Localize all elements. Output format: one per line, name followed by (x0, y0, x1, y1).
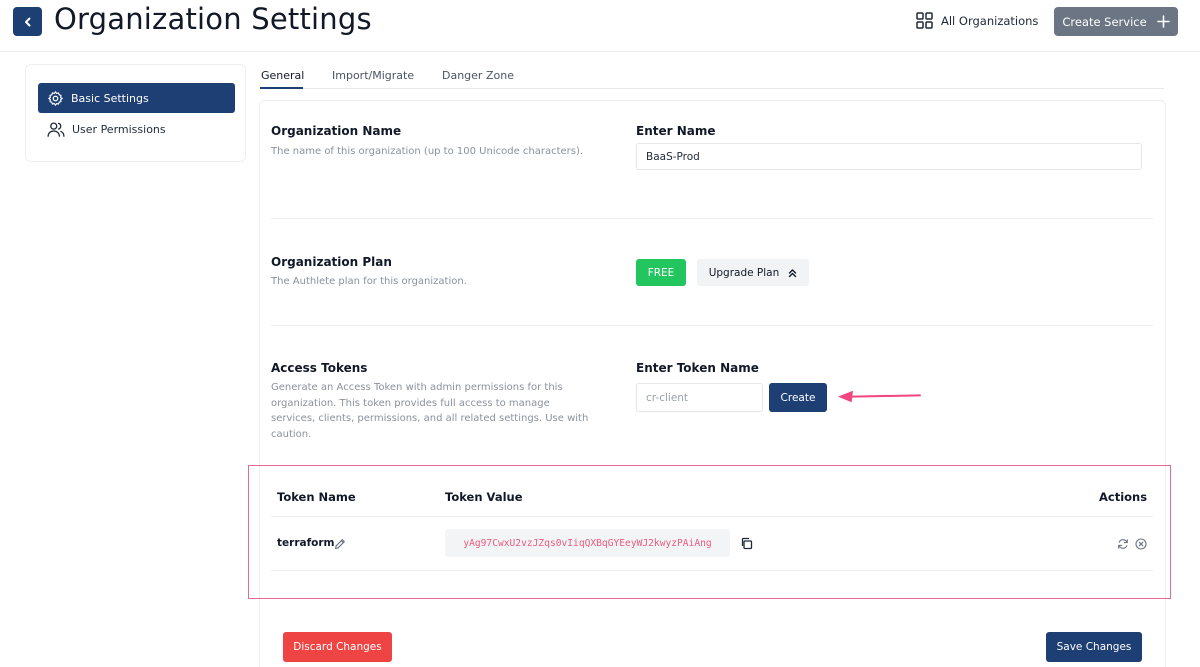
access-tokens-title: Access Tokens (271, 361, 368, 375)
org-name-description: The name of this organization (up to 100… (271, 146, 584, 157)
plan-badge: FREE (636, 259, 686, 286)
create-service-label: Create Service (1062, 14, 1147, 29)
token-name-cell: terraform (277, 537, 335, 549)
enter-name-label: Enter Name (636, 124, 716, 138)
col-header-token-name: Token Name (277, 490, 356, 504)
copy-token-button[interactable] (739, 536, 753, 550)
sidebar-item-label: User Permissions (72, 122, 166, 136)
active-tab-indicator (260, 87, 303, 89)
all-organizations-link[interactable]: All Organizations (916, 12, 1038, 29)
token-value-cell: yAg97CwxU2vzJZqs0vIiqQXBqGYEeyWJ2kwyzPAi… (445, 529, 730, 557)
upgrade-plan-label: Upgrade Plan (708, 266, 780, 279)
table-row-divider (271, 570, 1153, 571)
all-organizations-label: All Organizations (941, 13, 1039, 28)
gear-icon (48, 90, 63, 106)
col-header-actions: Actions (1099, 490, 1148, 504)
plus-icon (1156, 15, 1170, 28)
arrow-left-annotation-icon (838, 390, 921, 403)
org-plan-title: Organization Plan (271, 255, 392, 269)
regenerate-token-button[interactable] (1116, 537, 1129, 550)
save-changes-button[interactable]: Save Changes (1046, 632, 1142, 662)
create-service-button[interactable]: Create Service (1054, 7, 1178, 36)
org-name-title: Organization Name (271, 124, 402, 138)
copy-icon (741, 537, 752, 549)
sidebar-item-user-permissions[interactable]: User Permissions (38, 114, 235, 144)
page-title: Organization Settings (54, 2, 372, 36)
chevrons-up-icon (789, 268, 797, 277)
page-header: Organization Settings All Organizations … (0, 0, 1200, 52)
sidebar-item-label: Basic Settings (71, 91, 149, 105)
col-header-token-value: Token Value (445, 490, 523, 504)
upgrade-plan-button[interactable]: Upgrade Plan (697, 259, 809, 286)
edit-token-button[interactable] (333, 537, 346, 550)
back-button[interactable] (13, 7, 42, 36)
tab-bar: General Import/Migrate Danger Zone (260, 65, 1164, 89)
sidebar: Basic Settings User Permissions (25, 64, 246, 162)
pencil-icon (334, 538, 345, 549)
create-token-button[interactable]: Create (769, 383, 827, 412)
org-name-input[interactable] (636, 143, 1142, 170)
org-plan-description: The Authlete plan for this organization. (271, 276, 467, 287)
users-icon (47, 121, 65, 137)
refresh-icon (1117, 538, 1128, 549)
tab-import-migrate[interactable]: Import/Migrate (332, 69, 414, 82)
chevron-left-icon (24, 17, 30, 26)
sidebar-item-basic-settings[interactable]: Basic Settings (38, 83, 235, 113)
delete-token-button[interactable] (1134, 537, 1147, 550)
tab-danger-zone[interactable]: Danger Zone (442, 69, 514, 82)
close-circle-icon (1134, 537, 1147, 550)
enter-token-name-label: Enter Token Name (636, 361, 759, 375)
section-divider (271, 218, 1153, 219)
tab-general[interactable]: General (261, 69, 304, 82)
grid-icon (916, 12, 933, 29)
token-name-input[interactable] (636, 383, 763, 412)
section-divider (271, 325, 1153, 326)
access-tokens-description: Generate an Access Token with admin perm… (271, 382, 589, 440)
table-header-divider (271, 516, 1153, 517)
discard-changes-button[interactable]: Discard Changes (283, 632, 392, 662)
